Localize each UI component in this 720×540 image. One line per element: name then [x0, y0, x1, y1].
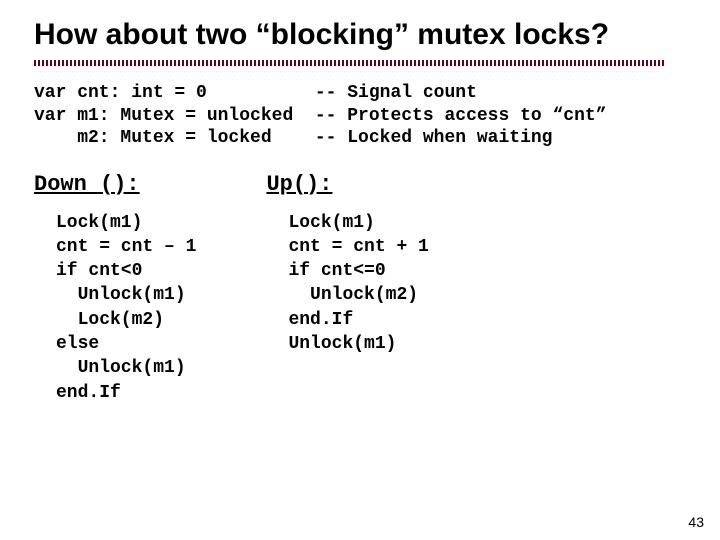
title-rule	[34, 60, 664, 66]
var-declarations: var cnt: int = 0 -- Signal count var m1:…	[34, 82, 686, 150]
page-number: 43	[688, 514, 704, 530]
up-heading: Up():	[266, 172, 428, 197]
down-heading: Down ():	[34, 172, 196, 197]
slide-title: How about two “blocking” mutex locks?	[34, 18, 686, 52]
up-code: Lock(m1) cnt = cnt + 1 if cnt<=0 Unlock(…	[266, 211, 428, 357]
down-column: Down (): Lock(m1) cnt = cnt – 1 if cnt<0…	[34, 172, 196, 405]
down-code: Lock(m1) cnt = cnt – 1 if cnt<0 Unlock(m…	[34, 211, 196, 405]
up-column: Up(): Lock(m1) cnt = cnt + 1 if cnt<=0 U…	[266, 172, 428, 405]
